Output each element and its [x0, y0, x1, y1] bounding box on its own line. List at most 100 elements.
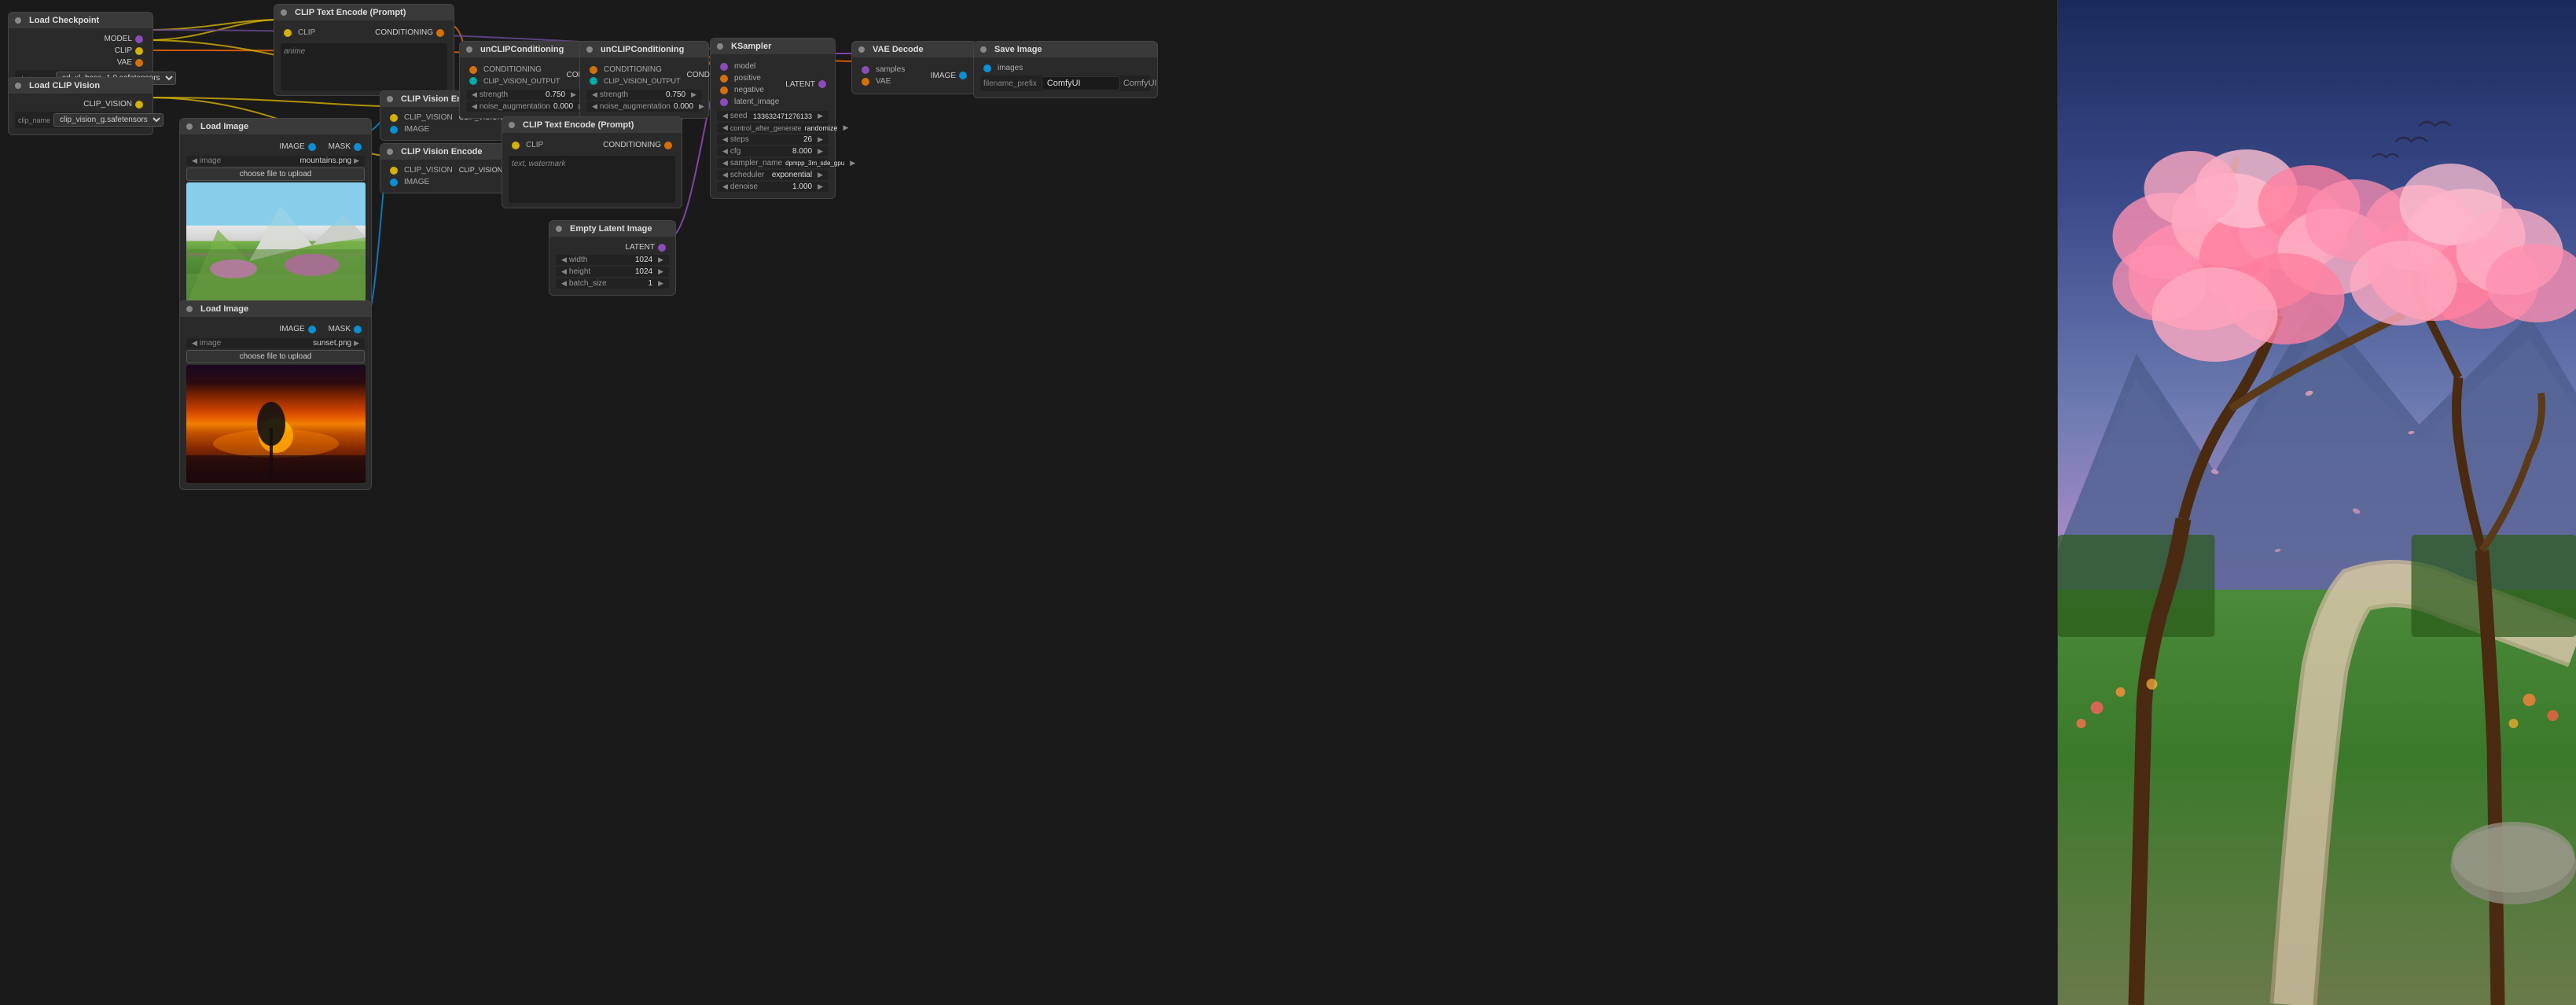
- ks-control-prev[interactable]: ◀: [720, 123, 730, 132]
- uc1-noise-prev[interactable]: ◀: [469, 102, 480, 111]
- mask-output-label-2: MASK: [329, 325, 351, 333]
- ks-scheduler-next[interactable]: ▶: [815, 171, 825, 179]
- unclipcond-2-header: unCLIPConditioning: [580, 42, 708, 57]
- image-filename-label-1: image: [200, 156, 300, 165]
- ks-seed-row: ◀ seed 133632471276133 ▶: [717, 111, 829, 121]
- ks-cfg-label: cfg: [730, 147, 789, 156]
- vd-vae-label: VAE: [876, 77, 891, 86]
- el-batch-val: 1: [645, 279, 656, 288]
- clip-vision-encode-2-node: CLIP Vision Encode CLIP_VISION IMAGE CL: [380, 143, 505, 193]
- prev-image-btn-1[interactable]: ◀: [189, 156, 200, 165]
- ks-steps-prev[interactable]: ◀: [720, 135, 730, 144]
- ks-sampler-label: sampler_name: [730, 159, 782, 168]
- image-filename-value-1: mountains.png: [299, 156, 351, 165]
- image-output-label-2: IMAGE: [279, 325, 304, 333]
- model-output-port: [135, 35, 143, 43]
- prev-image-btn-2[interactable]: ◀: [189, 339, 200, 348]
- ks-denoise-row: ◀ denoise 1.000 ▶: [717, 182, 829, 192]
- ks-latent-row: latent_image: [717, 96, 782, 108]
- el-width-label: width: [569, 256, 632, 264]
- output-cherry-svg: [2058, 0, 2576, 1005]
- ks-steps-row: ◀ steps 26 ▶: [717, 134, 829, 145]
- mask-output-port-2: [354, 326, 362, 333]
- image-filename-label-2: image: [200, 339, 313, 348]
- vae-decode-node: VAE Decode samples VAE IMAGE: [851, 41, 977, 94]
- ks-pos-label: positive: [734, 74, 761, 83]
- ks-denoise-next[interactable]: ▶: [815, 182, 825, 191]
- el-height-row: ◀ height 1024 ▶: [556, 267, 669, 277]
- clip-input-row-2: CLIP: [509, 139, 546, 151]
- ksampler-title: KSampler: [731, 42, 771, 51]
- ks-denoise-label: denoise: [730, 182, 789, 191]
- vd-samples-row: samples: [858, 64, 908, 75]
- uc2-noise-prev[interactable]: ◀: [590, 102, 600, 111]
- ks-model-port: [720, 63, 728, 71]
- uc2-noise-next[interactable]: ▶: [696, 102, 707, 111]
- ks-latent-port: [720, 98, 728, 106]
- ks-sampler-row: ◀ sampler_name dpmpp_3m_sde_gpu ▶: [717, 158, 829, 168]
- mask-output-row-2: MASK: [325, 323, 365, 335]
- ks-sampler-prev[interactable]: ◀: [720, 159, 730, 168]
- ks-steps-label: steps: [730, 135, 800, 144]
- el-height-prev[interactable]: ◀: [559, 267, 569, 276]
- image-output-label-1: IMAGE: [279, 142, 304, 151]
- cv-input-row-2: CLIP_VISION: [387, 164, 456, 176]
- uc1-noise-val: 0.000: [550, 102, 576, 111]
- uc2-strength-prev[interactable]: ◀: [590, 90, 600, 99]
- el-batch-next[interactable]: ▶: [656, 279, 666, 288]
- image-output-port-1: [308, 143, 316, 151]
- el-width-prev[interactable]: ◀: [559, 256, 569, 264]
- uc2-noise-label: noise_augmentation: [600, 102, 671, 111]
- ks-denoise-prev[interactable]: ◀: [720, 182, 730, 191]
- choose-file-btn-1[interactable]: choose file to upload: [186, 168, 365, 181]
- uc2-cond-label: CONDITIONING: [604, 65, 662, 74]
- si-filename-label: filename_prefix: [983, 79, 1037, 88]
- save-image-node: Save Image images filename_prefix ComfyU…: [973, 41, 1158, 98]
- si-filename-tag: ComfyUI: [1120, 77, 1160, 90]
- ks-seed-prev[interactable]: ◀: [720, 112, 730, 120]
- ks-sampler-next[interactable]: ▶: [847, 159, 858, 168]
- load-image-1-title: Load Image: [200, 122, 248, 131]
- load-image-2-node: Load Image IMAGE MASK ◀ image sunset.png…: [179, 300, 372, 490]
- empty-latent-node: Empty Latent Image LATENT ◀ width 1024 ▶…: [549, 220, 676, 296]
- si-images-row: images: [980, 62, 1151, 74]
- vd-output-row: IMAGE: [928, 64, 970, 87]
- clip-input-port-2: [512, 142, 520, 149]
- uc2-cvo-label: CLIP_VISION_OUTPUT: [604, 77, 681, 85]
- el-output-row: LATENT: [556, 241, 669, 253]
- uc1-cvo-port: [469, 77, 477, 85]
- ks-control-next[interactable]: ▶: [841, 123, 851, 132]
- image-output-row-2: IMAGE: [276, 323, 318, 335]
- next-image-btn-2[interactable]: ▶: [351, 339, 362, 348]
- ks-steps-next[interactable]: ▶: [815, 135, 825, 144]
- clip-name-select[interactable]: clip_vision_g.safetensors: [53, 113, 164, 127]
- clip-vision-encode-2-header: CLIP Vision Encode: [380, 144, 505, 160]
- vae-output-label: VAE: [117, 58, 132, 67]
- choose-file-btn-2[interactable]: choose file to upload: [186, 350, 365, 363]
- uc1-noise-label: noise_augmentation: [480, 102, 550, 111]
- ks-cfg-val: 8.000: [789, 147, 815, 156]
- empty-latent-header: Empty Latent Image: [549, 221, 675, 237]
- empty-latent-title: Empty Latent Image: [570, 224, 652, 234]
- next-image-btn-1[interactable]: ▶: [351, 156, 362, 165]
- uc2-strength-next[interactable]: ▶: [689, 90, 699, 99]
- ks-seed-next[interactable]: ▶: [815, 112, 825, 120]
- ks-control-row: ◀ control_after_generate randomize ▶: [717, 123, 829, 133]
- el-width-next[interactable]: ▶: [656, 256, 666, 264]
- uc1-strength-prev[interactable]: ◀: [469, 90, 480, 99]
- cv-image-label-2: IMAGE: [404, 178, 429, 186]
- el-batch-prev[interactable]: ◀: [559, 279, 569, 288]
- ks-cfg-next[interactable]: ▶: [815, 147, 825, 156]
- uc1-strength-next[interactable]: ▶: [568, 90, 579, 99]
- output-image-container: [2058, 0, 2576, 1005]
- ks-steps-val: 26: [800, 135, 815, 144]
- ks-scheduler-prev[interactable]: ◀: [720, 171, 730, 179]
- ks-cfg-prev[interactable]: ◀: [720, 147, 730, 156]
- uc1-cvo-row: CLIP_VISION_OUTPUT: [466, 75, 564, 87]
- si-filename-input[interactable]: [1042, 76, 1120, 90]
- el-height-next[interactable]: ▶: [656, 267, 666, 276]
- ks-neg-port: [720, 87, 728, 94]
- canvas: Load Checkpoint MODEL CLIP VAE ckpt_name…: [0, 0, 2576, 1005]
- clip-name-label: clip_name: [18, 116, 50, 124]
- clip-text-encode-2-node: CLIP Text Encode (Prompt) CLIP CONDITION…: [502, 116, 682, 208]
